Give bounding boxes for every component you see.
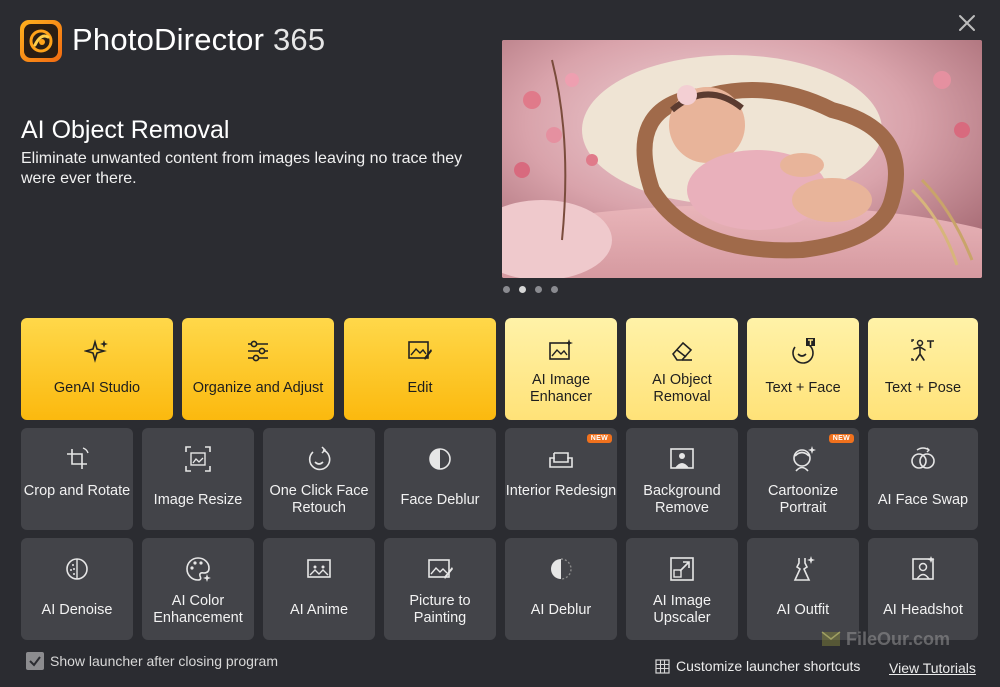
app-name: PhotoDirector: [72, 22, 265, 57]
cartoon-face-icon: [793, 446, 816, 472]
watermark-text: FileOur.com: [846, 628, 951, 649]
feature-title: AI Object Removal: [21, 116, 230, 144]
anime-image-icon: [307, 559, 331, 578]
tile-label: Image Resize: [153, 492, 243, 508]
tile-ai-denoise[interactable]: AI Denoise: [21, 538, 133, 640]
tile-label: Cartoonize Portrait: [767, 483, 839, 516]
face-swap-icon: [911, 447, 935, 469]
tile-label: AI Face Swap: [877, 492, 969, 508]
upscale-icon: [670, 557, 694, 581]
tile-label: Organize and Adjust: [192, 380, 324, 396]
baby-photo-illustration: [502, 40, 982, 278]
app-version: 365: [272, 22, 326, 57]
view-tutorials-link[interactable]: View Tutorials: [889, 660, 976, 676]
dress-icon: [793, 556, 815, 581]
tile-label: AI Denoise: [41, 602, 113, 618]
tile-crop-and-rotate[interactable]: Crop and Rotate: [21, 428, 133, 530]
tile-ai-deblur[interactable]: AI Deblur: [505, 538, 617, 640]
tile-label: One Click Face Retouch: [269, 483, 369, 516]
tile-label: AI Color Enhancement: [153, 593, 243, 626]
tile-image-resize[interactable]: Image Resize: [142, 428, 254, 530]
pose-text-icon: [911, 339, 934, 361]
tile-label: AI Headshot: [883, 602, 963, 618]
carousel-dot[interactable]: [551, 286, 558, 293]
face-text-icon: [792, 338, 815, 364]
tile-face-deblur[interactable]: Face Deblur: [384, 428, 496, 530]
half-circle-icon: [429, 448, 451, 470]
show-launcher-checkbox[interactable]: Show launcher after closing program: [26, 652, 278, 670]
tile-ai-face-swap[interactable]: AI Face Swap: [868, 428, 978, 530]
tile-ai-outfit[interactable]: AI Outfit: [747, 538, 859, 640]
tile-label: AI Image Enhancer: [529, 372, 593, 405]
tile-label: AI Outfit: [776, 602, 830, 618]
show-launcher-label: Show launcher after closing program: [50, 653, 279, 669]
sofa-icon: [549, 452, 573, 468]
palette-icon: [186, 557, 211, 582]
tile-organize-and-adjust[interactable]: Organize and Adjust: [182, 318, 334, 420]
watermark: FileOur.com: [820, 628, 950, 650]
carousel-dot[interactable]: [503, 286, 510, 293]
new-badge: NEW: [828, 434, 854, 443]
tile-ai-object-removal[interactable]: AI Object Removal: [626, 318, 738, 420]
tile-background-remove[interactable]: Background Remove: [626, 428, 738, 530]
tile-label: GenAI Studio: [53, 380, 141, 396]
tile-label: Picture to Painting: [409, 593, 471, 626]
tile-ai-color-enhancement[interactable]: AI Color Enhancement: [142, 538, 254, 640]
close-icon: [959, 15, 975, 31]
headshot-icon: [912, 556, 935, 580]
carousel-dot[interactable]: [535, 286, 542, 293]
tile-label: Crop and Rotate: [23, 483, 131, 499]
tile-cartoonize-portrait[interactable]: NEW Cartoonize Portrait: [747, 428, 859, 530]
customize-label: Customize launcher shortcuts: [676, 658, 861, 674]
denoise-icon: [66, 558, 88, 580]
tile-label: AI Image Upscaler: [652, 593, 712, 626]
tile-label: AI Object Removal: [652, 372, 712, 405]
tile-ai-image-upscaler[interactable]: AI Image Upscaler: [626, 538, 738, 640]
resize-icon: [185, 446, 211, 472]
customize-launcher-shortcuts-link[interactable]: Customize launcher shortcuts: [655, 658, 860, 674]
tile-text-face[interactable]: Text + Face: [747, 318, 859, 420]
grid-icon: [655, 658, 670, 674]
feature-description: Eliminate unwanted content from images l…: [21, 150, 463, 187]
feature-preview-image[interactable]: [502, 40, 982, 278]
carousel-dot-active[interactable]: [519, 286, 526, 293]
tile-ai-anime[interactable]: AI Anime: [263, 538, 375, 640]
new-badge: NEW: [586, 434, 612, 443]
tile-ai-image-enhancer[interactable]: AI Image Enhancer: [505, 318, 617, 420]
tile-interior-redesign[interactable]: NEW Interior Redesign: [505, 428, 617, 530]
tile-label: Interior Redesign: [505, 483, 617, 499]
tile-label: Text + Pose: [884, 380, 962, 396]
person-image-icon: [670, 448, 694, 469]
painting-icon: [428, 559, 453, 579]
sliders-icon: [248, 340, 268, 362]
tile-label: Background Remove: [643, 483, 721, 516]
tile-label: Edit: [407, 380, 433, 396]
tile-text-pose[interactable]: Text + Pose: [868, 318, 978, 420]
tile-label: AI Deblur: [530, 602, 592, 618]
checkmark-icon: [29, 656, 41, 667]
tile-label: Text + Face: [765, 380, 841, 396]
tile-genai-studio[interactable]: GenAI Studio: [21, 318, 173, 420]
image-edit-icon: [408, 341, 432, 360]
crop-rotate-icon: [67, 447, 89, 469]
app-title: PhotoDirector 365: [72, 22, 325, 58]
checkbox-box[interactable]: [26, 652, 44, 670]
tile-edit[interactable]: Edit: [344, 318, 496, 420]
face-retouch-icon: [308, 446, 331, 471]
image-sparkle-icon: [549, 339, 573, 360]
tile-picture-to-painting[interactable]: Picture to Painting: [384, 538, 496, 640]
tile-label: Face Deblur: [400, 492, 480, 508]
eraser-icon: [671, 341, 693, 361]
deblur-icon: [551, 558, 572, 580]
photodirector-logo-icon: [29, 29, 53, 53]
watermark-logo-icon: [821, 631, 841, 646]
app-logo: [20, 20, 62, 62]
sparkles-icon: [84, 339, 108, 363]
tile-ai-headshot[interactable]: AI Headshot: [868, 538, 978, 640]
carousel-dots: [503, 286, 558, 293]
tile-label: AI Anime: [289, 602, 349, 618]
tile-one-click-face-retouch[interactable]: One Click Face Retouch: [263, 428, 375, 530]
close-button[interactable]: [954, 10, 980, 36]
